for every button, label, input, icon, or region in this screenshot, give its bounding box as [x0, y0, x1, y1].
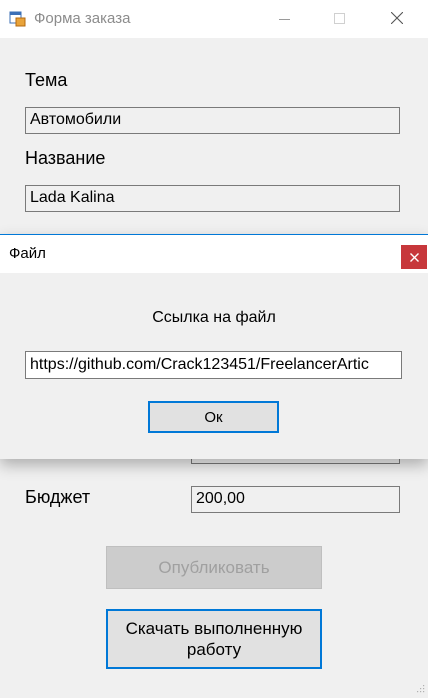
ok-button[interactable]: Ок: [148, 401, 279, 433]
topic-label: Тема: [25, 70, 68, 90]
dialog-close-button[interactable]: [401, 245, 427, 269]
publish-button[interactable]: Опубликовать: [106, 546, 322, 589]
close-button[interactable]: [374, 0, 420, 38]
window-titlebar: Форма заказа: [0, 0, 428, 38]
dialog-titlebar: Файл: [0, 235, 428, 273]
download-label-line1: Скачать выполненную: [125, 619, 303, 638]
minimize-button[interactable]: [262, 0, 308, 38]
topic-field[interactable]: Автомобили: [25, 107, 400, 134]
resize-grip-icon[interactable]: [415, 680, 425, 693]
close-icon: [409, 252, 419, 262]
dialog-title: Файл: [9, 245, 46, 262]
window-title: Форма заказа: [34, 10, 131, 27]
dialog-caption: Ссылка на файл: [152, 309, 276, 326]
file-dialog: Файл Ссылка на файл https://github.com/C…: [0, 234, 428, 459]
maximize-button[interactable]: [316, 0, 362, 38]
download-work-button[interactable]: Скачать выполненную работу: [106, 609, 322, 669]
name-label: Название: [25, 148, 106, 168]
budget-field[interactable]: 200,00: [191, 486, 400, 513]
file-link-field[interactable]: https://github.com/Crack123451/Freelance…: [25, 351, 402, 379]
download-label-line2: работу: [186, 640, 242, 659]
app-icon: [9, 11, 26, 27]
name-field[interactable]: Lada Kalina: [25, 185, 400, 212]
close-icon: [391, 12, 403, 24]
budget-label: Бюджет: [25, 487, 91, 507]
